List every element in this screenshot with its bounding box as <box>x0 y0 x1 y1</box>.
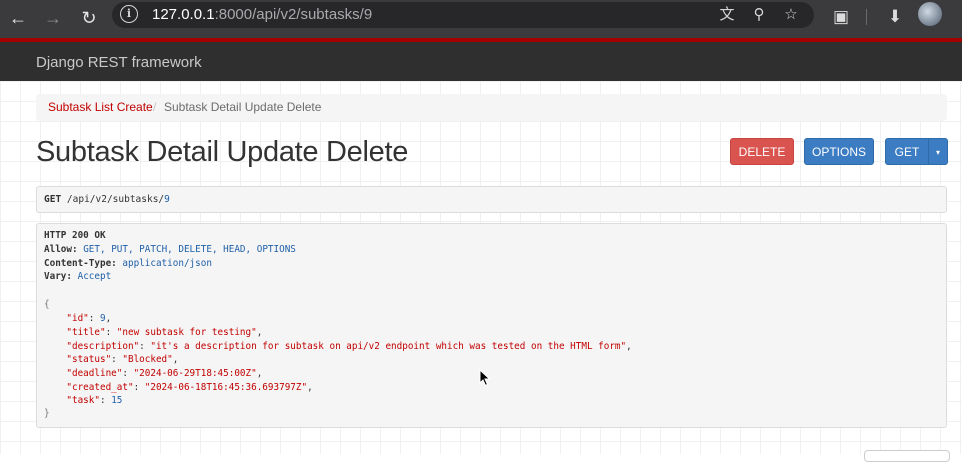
allow-header: Allow: GET, PUT, PATCH, DELETE, HEAD, OP… <box>44 244 296 255</box>
back-icon[interactable]: ← <box>4 4 32 32</box>
get-button[interactable]: GET <box>885 138 929 165</box>
json-field: "task": 15 <box>66 395 123 406</box>
vary-value: Accept <box>77 271 112 282</box>
json-key: "task" <box>66 395 100 406</box>
json-key: "status" <box>66 354 112 365</box>
breadcrumb-current: Subtask Detail Update Delete <box>164 100 322 114</box>
json-value: "it's a description for subtask on api/v… <box>150 341 627 352</box>
json-value: "Blocked" <box>122 354 173 365</box>
json-field: "deadline": "2024-06-29T18:45:00Z", <box>66 368 263 379</box>
address-bar[interactable]: i 127.0.0.1:8000/api/v2/subtasks/9 文 ⚲ ☆ <box>112 2 814 28</box>
request-info: GET /api/v2/subtasks/9 <box>36 186 947 213</box>
url-path: :8000/api/v2/subtasks/9 <box>214 6 373 23</box>
json-value: "new subtask for testing" <box>116 327 257 338</box>
content-type-value: application/json <box>122 258 212 269</box>
request-path: /api/v2/subtasks/ <box>66 194 165 205</box>
json-value: 15 <box>111 395 123 406</box>
json-key: "id" <box>66 313 89 324</box>
response-info: HTTP 200 OK Allow: GET, PUT, PATCH, DELE… <box>36 223 947 428</box>
translate-icon[interactable]: 文 <box>716 4 738 26</box>
json-key: "deadline" <box>66 368 123 379</box>
breadcrumb: Subtask List Create / Subtask Detail Upd… <box>36 94 947 121</box>
get-format-dropdown-icon[interactable]: ▾ <box>928 138 948 165</box>
forward-icon[interactable]: → <box>39 4 67 32</box>
json-value: "2024-06-18T16:45:36.693797Z" <box>144 382 308 393</box>
json-field: "created_at": "2024-06-18T16:45:36.69379… <box>66 382 313 393</box>
toolbar-divider <box>866 9 867 25</box>
json-field: "status": "Blocked", <box>66 354 179 365</box>
options-button[interactable]: OPTIONS <box>804 138 874 165</box>
drf-navbar: Django REST framework <box>0 38 962 81</box>
site-info-icon[interactable]: i <box>120 5 138 23</box>
json-open-brace: { <box>44 299 50 310</box>
download-icon[interactable]: ⬇ <box>882 4 908 30</box>
json-key: "created_at" <box>66 382 134 393</box>
mouse-cursor-icon <box>479 369 491 387</box>
json-key: "description" <box>66 341 140 352</box>
reload-icon[interactable]: ↻ <box>75 4 103 32</box>
browser-toolbar: ← → ↻ i 127.0.0.1:8000/api/v2/subtasks/9… <box>0 0 962 38</box>
partial-button-offscreen[interactable] <box>864 450 950 462</box>
response-status: HTTP 200 OK <box>44 230 106 241</box>
json-key: "title" <box>66 327 106 338</box>
json-value: 9 <box>99 313 106 324</box>
json-field: "title": "new subtask for testing", <box>66 327 263 338</box>
profile-avatar[interactable] <box>918 2 942 26</box>
allow-header-value: GET, PUT, PATCH, DELETE, HEAD, OPTIONS <box>83 244 296 255</box>
delete-button[interactable]: DELETE <box>730 138 794 165</box>
json-close-brace: } <box>44 408 50 419</box>
page-title: Subtask Detail Update Delete <box>36 136 409 168</box>
bookmark-star-icon[interactable]: ☆ <box>780 4 802 26</box>
content-type-key: Content-Type: <box>44 258 117 269</box>
json-value: "2024-06-29T18:45:00Z" <box>133 368 257 379</box>
allow-header-key: Allow: <box>44 244 78 255</box>
url-host: 127.0.0.1 <box>152 6 215 23</box>
json-field: "id": 9, <box>66 313 112 324</box>
navbar-brand[interactable]: Django REST framework <box>36 54 202 71</box>
url-text[interactable]: 127.0.0.1:8000/api/v2/subtasks/9 <box>152 6 372 23</box>
breadcrumb-separator: / <box>153 100 157 114</box>
request-id: 9 <box>164 194 170 205</box>
breadcrumb-link-list[interactable]: Subtask List Create <box>48 94 153 121</box>
request-method: GET <box>44 194 62 205</box>
zoom-icon[interactable]: ⚲ <box>748 4 770 26</box>
extensions-icon[interactable]: ▣ <box>828 4 854 30</box>
vary-key: Vary: <box>44 271 72 282</box>
vary-header: Vary: Accept <box>44 271 111 282</box>
content-type-header: Content-Type: application/json <box>44 258 212 269</box>
json-field: "description": "it's a description for s… <box>66 341 632 352</box>
